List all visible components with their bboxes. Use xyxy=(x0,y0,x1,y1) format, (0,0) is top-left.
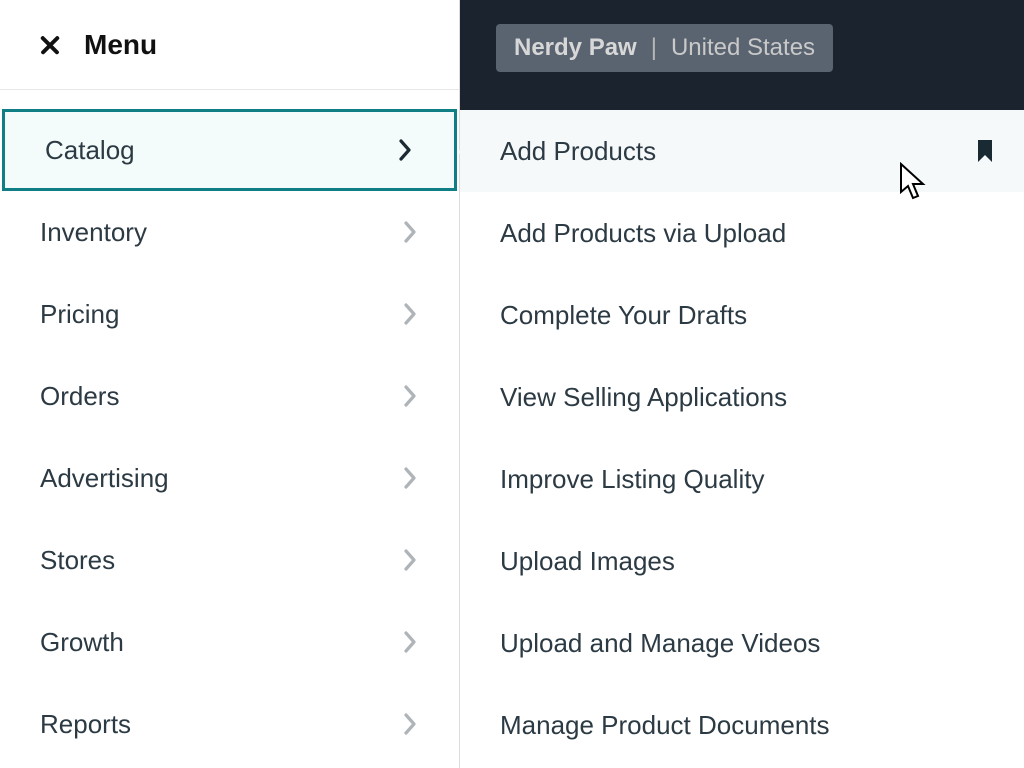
submenu-item-label: Upload and Manage Videos xyxy=(500,628,820,659)
submenu-item-add-products-upload[interactable]: Add Products via Upload xyxy=(460,192,1024,274)
sidebar-item-reports[interactable]: Reports xyxy=(0,683,459,765)
submenu-item-label: Add Products via Upload xyxy=(500,218,786,249)
sidebar-item-growth[interactable]: Growth xyxy=(0,601,459,683)
chevron-right-icon xyxy=(401,218,419,246)
sidebar-item-advertising[interactable]: Advertising xyxy=(0,437,459,519)
sidebar-item-label: Pricing xyxy=(40,299,119,330)
sidebar-item-label: Reports xyxy=(40,709,131,740)
submenu-item-label: Add Products xyxy=(500,136,656,167)
sidebar-item-inventory[interactable]: Inventory xyxy=(0,191,459,273)
sidebar-item-stores[interactable]: Stores xyxy=(0,519,459,601)
sidebar-item-label: Catalog xyxy=(45,135,135,166)
sidebar-item-label: Stores xyxy=(40,545,115,576)
sidebar-item-label: Orders xyxy=(40,381,119,412)
chevron-right-icon xyxy=(401,382,419,410)
sidebar-item-orders[interactable]: Orders xyxy=(0,355,459,437)
sidebar-item-label: Growth xyxy=(40,627,124,658)
top-bar: Nerdy Paw | United States xyxy=(460,0,1024,110)
chevron-right-icon xyxy=(401,628,419,656)
submenu-item-view-selling-applications[interactable]: View Selling Applications xyxy=(460,356,1024,438)
sidebar: Menu Catalog Inventory Pricing Orders Ad… xyxy=(0,0,460,768)
store-region: United States xyxy=(671,34,815,62)
sidebar-item-label: Advertising xyxy=(40,463,169,494)
chevron-right-icon xyxy=(401,710,419,738)
submenu-item-improve-listing-quality[interactable]: Improve Listing Quality xyxy=(460,438,1024,520)
store-selector[interactable]: Nerdy Paw | United States xyxy=(496,24,833,72)
sidebar-item-label: Inventory xyxy=(40,217,147,248)
active-notch-icon xyxy=(458,138,472,166)
sidebar-item-pricing[interactable]: Pricing xyxy=(0,273,459,355)
chevron-right-icon xyxy=(401,300,419,328)
store-brand: Nerdy Paw xyxy=(514,34,637,62)
chevron-right-icon xyxy=(401,464,419,492)
submenu-item-upload-images[interactable]: Upload Images xyxy=(460,520,1024,602)
sidebar-item-catalog[interactable]: Catalog xyxy=(2,109,457,191)
submenu-item-label: Complete Your Drafts xyxy=(500,300,747,331)
separator: | xyxy=(645,34,663,62)
sidebar-list: Catalog Inventory Pricing Orders Adverti… xyxy=(0,90,459,765)
menu-title: Menu xyxy=(84,29,157,61)
chevron-right-icon xyxy=(401,546,419,574)
submenu-item-label: Upload Images xyxy=(500,546,675,577)
chevron-right-icon xyxy=(396,136,414,164)
bookmark-icon[interactable] xyxy=(976,139,994,163)
submenu-item-complete-drafts[interactable]: Complete Your Drafts xyxy=(460,274,1024,356)
submenu-item-manage-product-documents[interactable]: Manage Product Documents xyxy=(460,684,1024,766)
submenu-item-label: Manage Product Documents xyxy=(500,710,830,741)
submenu-item-label: Improve Listing Quality xyxy=(500,464,764,495)
close-icon[interactable] xyxy=(36,31,64,59)
submenu-item-add-products[interactable]: Add Products xyxy=(460,110,1024,192)
submenu-panel: Add Products Add Products via Upload Com… xyxy=(460,110,1024,768)
submenu-item-upload-manage-videos[interactable]: Upload and Manage Videos xyxy=(460,602,1024,684)
submenu-item-label: View Selling Applications xyxy=(500,382,787,413)
sidebar-header: Menu xyxy=(0,0,459,90)
